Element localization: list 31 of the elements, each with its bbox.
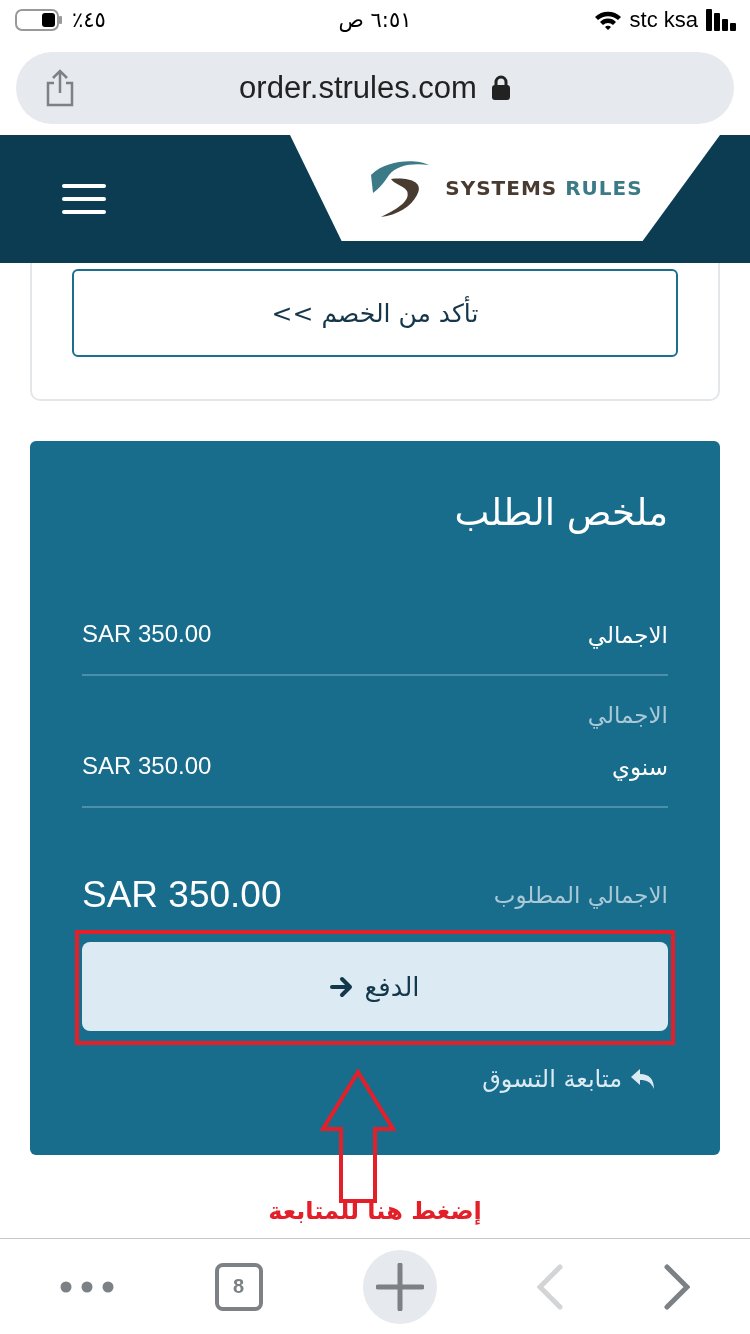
lock-icon <box>490 74 511 101</box>
forward-icon[interactable] <box>663 1263 690 1310</box>
row-label: سنوي <box>610 754 668 780</box>
logo-wordmark: SYSTEMS RULES <box>445 176 643 200</box>
plus-icon <box>375 1262 424 1311</box>
reply-icon <box>630 1067 656 1091</box>
total-label: الاجمالي المطلوب <box>493 882 668 908</box>
battery-icon <box>14 8 64 32</box>
summary-title: ملخص الطلب <box>453 491 668 534</box>
battery-percent: ٪٤٥ <box>72 8 106 32</box>
tab-count[interactable]: 8 <box>214 1262 263 1311</box>
row-caption: الاجمالي <box>587 702 668 728</box>
annotation-text: إضغط هنا للمتابعة <box>268 1197 482 1225</box>
url-text: order.strules.com <box>239 69 477 106</box>
row-amount: SAR 350.00 <box>82 620 212 648</box>
carrier-name: stc ksa <box>629 7 698 33</box>
row-amount: SAR 350.00 <box>82 752 212 780</box>
continue-shopping-link[interactable]: متابعة التسوق <box>482 1065 656 1093</box>
pay-button[interactable]: الدفع <box>82 942 668 1031</box>
status-time: ٦:٥١ ص <box>338 8 412 32</box>
menu-icon[interactable] <box>62 184 106 214</box>
total-amount: SAR 350.00 <box>82 874 282 916</box>
logo-plate[interactable]: SYSTEMS RULES <box>290 135 720 241</box>
row-label: الاجمالي <box>587 622 668 648</box>
signal-icon <box>706 9 736 31</box>
address-bar[interactable]: order.strules.com <box>16 51 734 124</box>
discount-button[interactable]: تأكد من الخصم >> <box>72 269 678 357</box>
wifi-icon <box>593 9 622 31</box>
share-icon[interactable] <box>44 68 76 107</box>
arrow-right-icon <box>330 975 355 998</box>
more-icon[interactable] <box>60 1280 115 1293</box>
